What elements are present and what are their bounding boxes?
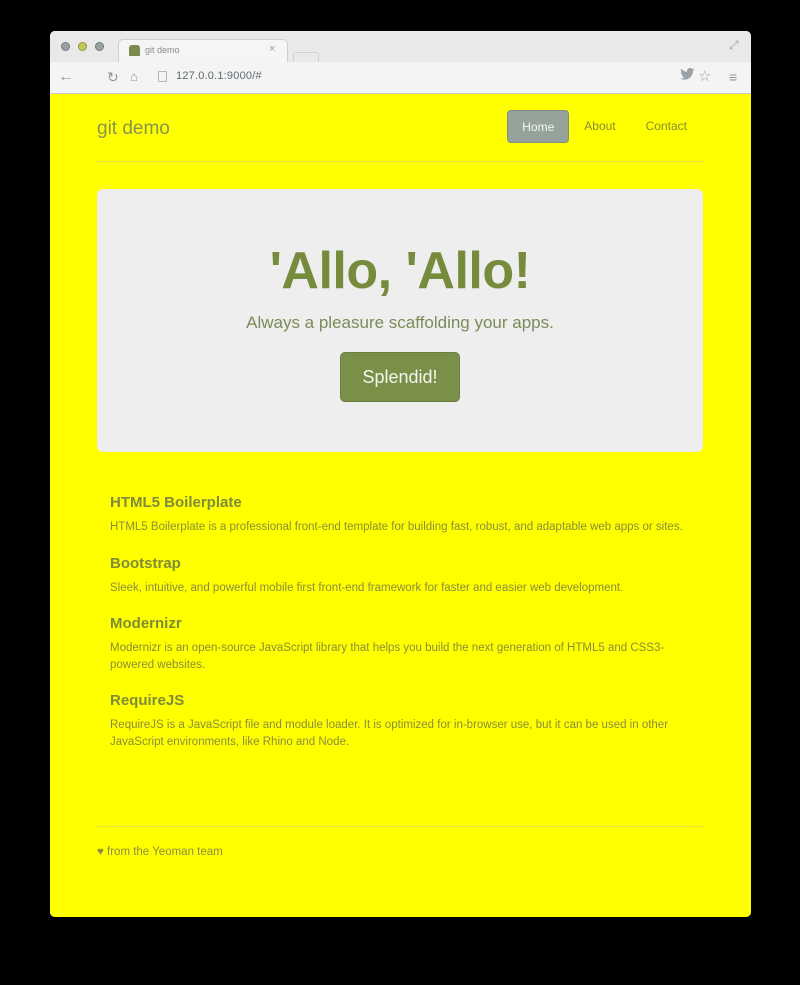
nav-contact[interactable]: Contact (631, 110, 702, 143)
feature-title: HTML5 Boilerplate (110, 494, 242, 511)
tab-close-icon[interactable]: × (269, 43, 275, 55)
nav-about[interactable]: About (569, 110, 630, 143)
browser-window: git demo × ⤢ ← ↻ ⌂ 127.0.0.1:9000/# ☆ ≡ … (50, 31, 751, 917)
new-tab-button[interactable] (293, 52, 319, 62)
fullscreen-icon[interactable]: ⤢ (729, 38, 739, 53)
feature-title: RequireJS (110, 692, 185, 709)
feature-description: RequireJS is a JavaScript file and modul… (110, 719, 669, 748)
window-minimize-button[interactable] (78, 42, 87, 51)
footer-divider (97, 826, 703, 827)
feature-title: Bootstrap (110, 554, 181, 572)
browser-chrome: git demo × ⤢ ← ↻ ⌂ 127.0.0.1:9000/# ☆ ≡ (50, 31, 751, 94)
window-maximize-button[interactable] (95, 42, 104, 51)
feature-description: Modernizr is an open-source JavaScript l… (110, 642, 665, 671)
bookmark-star-icon[interactable]: ☆ (698, 68, 711, 86)
window-close-button[interactable] (61, 42, 70, 51)
splendid-button[interactable]: Splendid! (340, 352, 460, 402)
home-icon[interactable]: ⌂ (130, 68, 138, 86)
jumbotron-title: 'Allo, 'Allo! (269, 242, 531, 300)
feature-description: Sleek, intuitive, and powerful mobile fi… (110, 581, 624, 594)
jumbotron: 'Allo, 'Allo! Always a pleasure scaffold… (97, 189, 703, 452)
tab-title: git demo (145, 45, 180, 55)
jumbotron-subtitle: Always a pleasure scaffolding your apps. (246, 313, 554, 332)
navbar-brand[interactable]: git demo (97, 118, 170, 140)
tab-strip: git demo × ⤢ (50, 31, 751, 62)
twitter-extension-icon[interactable] (680, 68, 695, 86)
header-divider (97, 161, 703, 162)
page-icon (158, 71, 167, 82)
url-text[interactable]: 127.0.0.1:9000/# (176, 70, 262, 82)
web-page: git demo Home About Contact 'Allo, 'Allo… (50, 94, 751, 917)
feature-html5-boilerplate: HTML5 Boilerplate HTML5 Boilerplate is a… (110, 494, 695, 536)
navbar-nav: Home About Contact (507, 110, 702, 143)
feature-bootstrap: Bootstrap Sleek, intuitive, and powerful… (110, 555, 695, 597)
back-arrow-icon[interactable]: ← (58, 68, 74, 86)
feature-requirejs: RequireJS RequireJS is a JavaScript file… (110, 692, 695, 750)
feature-description: HTML5 Boilerplate is a professional fron… (110, 521, 683, 533)
feature-modernizr: Modernizr Modernizr is an open-source Ja… (110, 615, 695, 673)
reload-icon[interactable]: ↻ (107, 68, 119, 86)
feature-title: Modernizr (110, 615, 182, 632)
browser-tab[interactable]: git demo × (118, 39, 288, 62)
marketing-features: HTML5 Boilerplate HTML5 Boilerplate is a… (110, 494, 695, 769)
address-bar[interactable]: 127.0.0.1:9000/# (150, 68, 670, 87)
browser-toolbar: ← ↻ ⌂ 127.0.0.1:9000/# ☆ ≡ (50, 62, 751, 93)
yeoman-favicon-icon (129, 45, 140, 56)
twitter-bird-icon (680, 68, 695, 80)
browser-menu-icon[interactable]: ≡ (729, 68, 737, 86)
footer-text: ♥ from the Yeoman team (97, 846, 223, 858)
nav-home[interactable]: Home (507, 110, 570, 143)
